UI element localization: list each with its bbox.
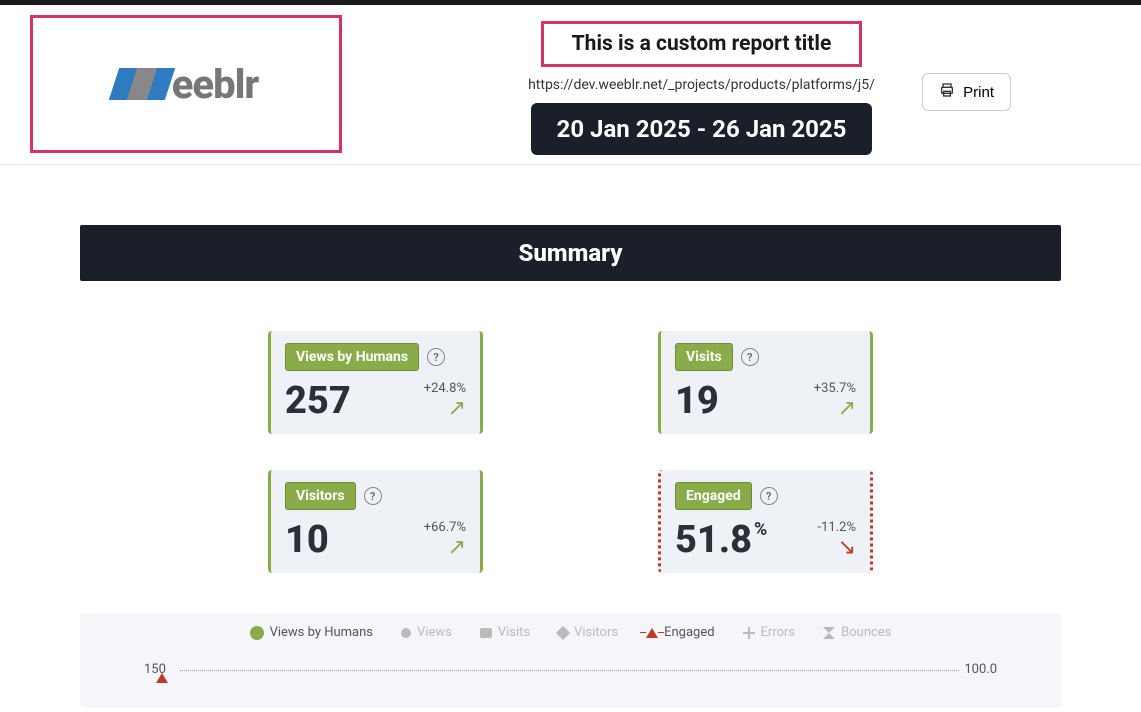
card-change: +35.7% [814, 381, 856, 396]
print-button[interactable]: Print [922, 73, 1011, 111]
axis-right-label: 100.0 [964, 662, 997, 677]
legend-marker-dot-icon [401, 628, 411, 638]
legend-item-views-by-humans[interactable]: Views by Humans [250, 625, 373, 640]
help-icon[interactable]: ? [364, 487, 382, 505]
arrow-up-icon: ↗ [424, 537, 466, 559]
legend-item-errors[interactable]: Errors [743, 625, 796, 640]
card-visitors: Visitors ? 10 +66.7% ↗ [268, 470, 483, 573]
card-value-number: 51.8 [675, 518, 752, 562]
help-icon[interactable]: ? [427, 348, 445, 366]
legend-item-engaged[interactable]: Engaged [646, 625, 714, 640]
chart-gridline [180, 670, 959, 671]
card-label: Engaged [675, 482, 752, 510]
legend-marker-diamond-icon [556, 625, 570, 639]
legend-item-visitors[interactable]: Visitors [558, 625, 618, 640]
help-icon[interactable]: ? [741, 348, 759, 366]
card-value: 257 [285, 382, 351, 420]
chart-point-engaged-icon [156, 673, 168, 683]
card-trend: +66.7% ↗ [424, 520, 466, 559]
arrow-up-icon: ↗ [814, 398, 856, 420]
card-label: Visitors [285, 482, 356, 510]
card-change: +66.7% [424, 520, 466, 535]
legend-label: Bounces [841, 625, 891, 640]
logo-highlight-box: eeblr [30, 15, 342, 153]
summary-heading: Summary [80, 225, 1061, 281]
card-value-unit: % [754, 519, 767, 540]
chart-legend: Views by Humans Views Visits Visitors En… [100, 625, 1041, 640]
summary-cards-grid: Views by Humans ? 257 +24.8% ↗ Visits ? … [268, 331, 873, 573]
card-trend: -11.2% ↘ [818, 520, 856, 559]
card-views-by-humans: Views by Humans ? 257 +24.8% ↗ [268, 331, 483, 434]
legend-marker-triangle-icon [646, 628, 658, 638]
card-visits: Visits ? 19 +35.7% ↗ [658, 331, 873, 434]
summary-section: Summary Views by Humans ? 257 +24.8% ↗ V… [80, 225, 1061, 573]
legend-marker-square-icon [480, 628, 492, 638]
report-url: https://dev.weeblr.net/_projects/product… [528, 77, 875, 93]
card-value: 19 [675, 382, 719, 420]
legend-label: Visits [498, 625, 530, 640]
legend-marker-dot-icon [250, 626, 264, 640]
card-value: 51.8% [675, 521, 767, 559]
card-value: 10 [285, 521, 329, 559]
legend-label: Errors [761, 625, 796, 640]
print-icon [939, 82, 955, 102]
help-icon[interactable]: ? [760, 487, 778, 505]
card-trend: +24.8% ↗ [424, 381, 466, 420]
report-header: eeblr This is a custom report title http… [0, 5, 1141, 165]
arrow-down-icon: ↘ [818, 537, 856, 559]
card-change: +24.8% [424, 381, 466, 396]
date-range-badge: 20 Jan 2025 - 26 Jan 2025 [531, 103, 873, 155]
report-title: This is a custom report title [572, 32, 832, 56]
legend-item-bounces[interactable]: Bounces [823, 625, 891, 640]
legend-label: Views [417, 625, 452, 640]
card-trend: +35.7% ↗ [814, 381, 856, 420]
chart-container: Views by Humans Views Visits Visitors En… [80, 613, 1061, 708]
brand-logo: eeblr [114, 61, 259, 108]
card-label: Visits [675, 343, 733, 371]
legend-label: Visitors [574, 625, 618, 640]
print-button-label: Print [963, 84, 994, 101]
legend-label: Engaged [664, 625, 714, 640]
arrow-up-icon: ↗ [424, 398, 466, 420]
legend-marker-cross-icon [743, 627, 755, 639]
logo-w-icon [114, 66, 170, 102]
chart-axis-top: 150 100.0 [100, 662, 1041, 677]
report-title-highlight: This is a custom report title [541, 21, 863, 67]
legend-item-visits[interactable]: Visits [480, 625, 530, 640]
brand-logo-text: eeblr [172, 61, 259, 108]
legend-marker-hourglass-icon [823, 627, 835, 639]
legend-label: Views by Humans [270, 625, 373, 640]
card-label: Views by Humans [285, 343, 419, 371]
card-change: -11.2% [818, 520, 856, 535]
legend-item-views[interactable]: Views [401, 625, 452, 640]
card-engaged: Engaged ? 51.8% -11.2% ↘ [658, 470, 873, 573]
